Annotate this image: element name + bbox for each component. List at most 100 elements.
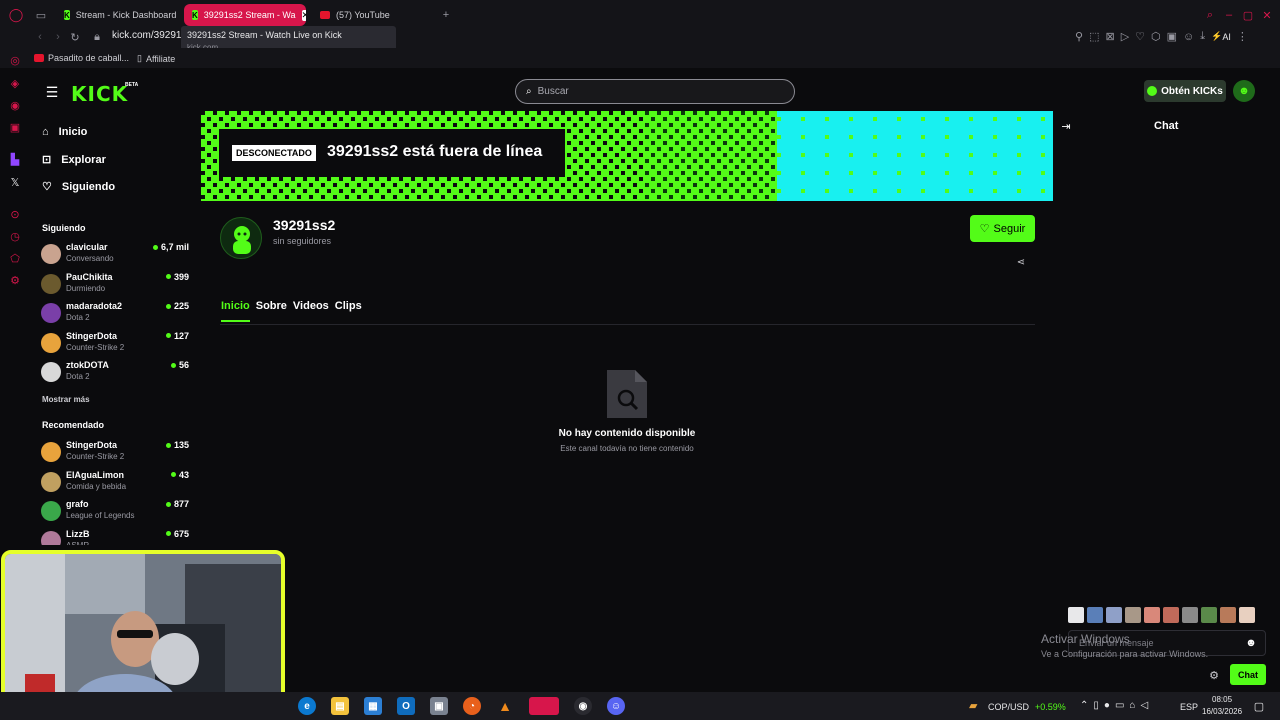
wallet-icon[interactable]: ▣ [1167,30,1177,43]
url-field[interactable]: kick.com/39291s [112,30,186,41]
adblock-icon[interactable]: ⊠ [1105,30,1114,43]
emote-icon[interactable] [1087,607,1103,623]
outlook-icon[interactable]: O [397,697,415,715]
tab-videos[interactable]: Videos [293,300,329,322]
nav-following[interactable]: ♡ Siguiendo [42,180,115,194]
currency-label[interactable]: COP/USD [988,702,1029,712]
nav-home[interactable]: ⌂ Inicio [42,126,87,138]
device-icon[interactable]: ▯ [1093,700,1099,711]
emote-icon[interactable] [1144,607,1160,623]
language-indicator[interactable]: ESP [1180,702,1198,712]
tab-islands-icon[interactable]: ▭ [33,7,49,23]
extensions-icon[interactable]: ⬡ [1151,30,1161,43]
tab-clips[interactable]: Clips [335,300,362,322]
vlc-icon[interactable]: ▲ [496,697,514,715]
emoji-icon[interactable]: ☻ [1245,637,1257,649]
reload-icon[interactable]: ↻ [69,31,81,44]
new-tab-icon[interactable]: + [439,8,453,22]
discord-icon[interactable]: ☺ [607,697,625,715]
channel-item[interactable]: StingerDota Counter-Strike 2 135 [41,440,191,468]
heart-icon[interactable]: ♡ [1135,30,1145,43]
tab-stream-active[interactable]: K 39291ss2 Stream - Wa ✕ [184,4,306,26]
file-explorer-icon[interactable]: ▤ [331,697,349,715]
emote-icon[interactable] [1201,607,1217,623]
channel-avatar [41,273,61,294]
bookmark-item[interactable]: Pasadito de caball... [34,53,129,63]
viewer-count-value: 56 [178,360,189,370]
clock-time[interactable]: 08:05 [1212,695,1232,704]
player-icon[interactable]: ▷ [1121,30,1129,43]
search-input[interactable]: ⌕ Buscar [515,79,795,104]
clock-date[interactable]: 16/03/2026 [1202,707,1242,716]
channel-item[interactable]: StingerDota Counter-Strike 2 127 [41,331,191,359]
opera-taskbar-icon[interactable] [529,697,559,715]
show-more-link[interactable]: Mostrar más [42,395,90,404]
get-kicks-button[interactable]: Obtén KICKs [1144,80,1226,102]
sidebar-opera-icon[interactable]: ◎ [6,51,24,69]
tab-home[interactable]: Inicio [221,300,250,322]
opera-logo-icon[interactable]: ◯ [8,7,24,23]
channel-item[interactable]: ElAguaLimon Comida y bebida 43 [41,470,191,498]
app-icon[interactable]: ▣ [430,697,448,715]
tab-youtube[interactable]: (57) YouTube [312,4,422,26]
emote-icon[interactable] [1182,607,1198,623]
twitch-icon[interactable]: ▙ [6,150,24,168]
follow-button[interactable]: ♡ Seguir [970,215,1035,242]
get-kicks-label: Obtén KICKs [1161,85,1223,97]
emote-icon[interactable] [1163,607,1179,623]
aria-ai-button[interactable]: ⚡ AI [1211,30,1231,43]
channel-item[interactable]: clavicular Conversando 6,7 mil [41,242,191,270]
chevron-up-icon[interactable]: ⌃ [1080,700,1088,711]
emote-icon[interactable] [1106,607,1122,623]
channel-item[interactable]: grafo League of Legends 877 [41,499,191,527]
close-tab-icon[interactable]: ✕ [301,9,306,21]
store-icon[interactable]: ▦ [364,697,382,715]
settings-icon[interactable]: ⚙ [6,271,24,289]
emote-icon[interactable] [1068,607,1084,623]
forward-icon[interactable]: › [52,31,64,43]
share-icon[interactable]: ⋖ [1014,255,1028,269]
bookmark-item[interactable]: ▯ Affiliate [137,53,175,64]
hamburger-menu-icon[interactable]: ☰ [44,84,60,100]
search-tabs-icon[interactable]: ⌕ [1203,8,1217,22]
firefox-icon[interactable]: ◔ [463,697,481,715]
player-icon[interactable]: ⊙ [6,205,24,223]
chat-send-button[interactable]: Chat [1230,664,1266,685]
pin-icon[interactable]: ⚲ [1075,30,1083,43]
volume-icon[interactable]: ◁ [1140,700,1148,711]
video-icon[interactable]: ▭ [1115,700,1124,711]
kick-logo[interactable]: KICK [71,82,128,106]
channel-item[interactable]: madaradota2 Dota 2 225 [41,301,191,329]
close-window-icon[interactable]: ✕ [1260,8,1274,22]
channel-item[interactable]: PauChikita Durmiendo 399 [41,272,191,300]
collapse-chat-icon[interactable]: ⇥ [1059,119,1073,133]
emote-icon[interactable] [1220,607,1236,623]
back-icon[interactable]: ‹ [34,31,46,43]
mic-icon[interactable]: ● [1104,700,1110,711]
aria-icon[interactable]: ◈ [6,74,24,92]
snapshot-icon[interactable]: ⬚ [1089,30,1099,43]
channel-item[interactable]: ztokDOTA Dota 2 56 [41,360,191,388]
edge-icon[interactable]: e [298,697,316,715]
notifications-icon[interactable]: ▢ [1252,699,1266,713]
channel-avatar[interactable] [220,217,262,259]
maximize-icon[interactable]: ▢ [1241,8,1255,22]
emote-icon[interactable] [1239,607,1255,623]
tab-about[interactable]: Sobre [256,300,287,322]
user-avatar[interactable]: ☻ [1233,80,1255,102]
bookmarks-icon[interactable]: ⬠ [6,249,24,267]
x-icon[interactable]: 𝕏 [6,173,24,191]
minimize-icon[interactable]: – [1222,8,1236,22]
chat-settings-icon[interactable]: ⚙ [1207,668,1221,682]
messenger-icon[interactable]: ◉ [6,96,24,114]
network-icon[interactable]: ⌂ [1129,700,1135,711]
menu-icon[interactable]: ⋮ [1237,30,1248,43]
instagram-icon[interactable]: ▣ [6,118,24,136]
history-icon[interactable]: ◷ [6,227,24,245]
nav-browse[interactable]: ⊡ Explorar [42,153,106,167]
obs-icon[interactable]: ◉ [574,697,592,715]
profile-icon[interactable]: ☺ [1183,30,1194,43]
download-icon[interactable]: ⤓ [1200,30,1205,43]
emote-icon[interactable] [1125,607,1141,623]
tab-kick-dashboard[interactable]: K Stream - Kick Dashboard [56,4,178,26]
